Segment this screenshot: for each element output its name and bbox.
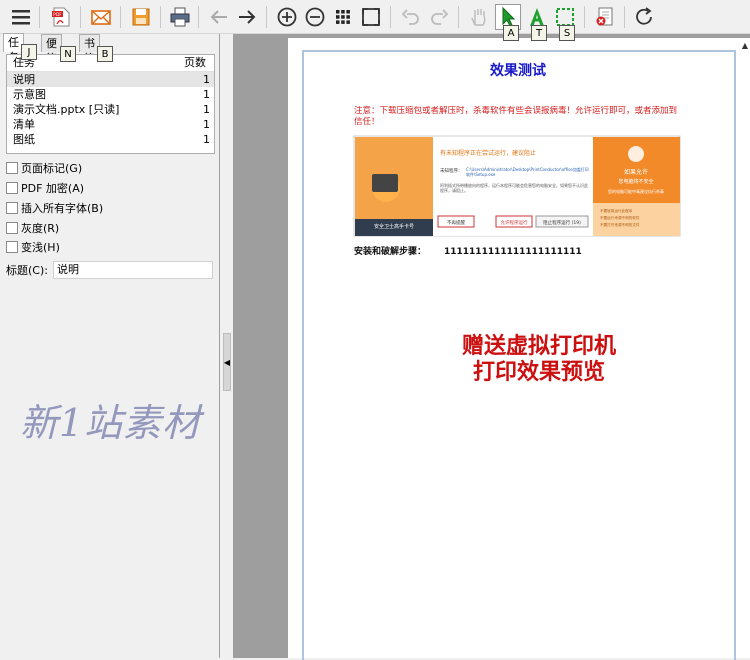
dialog-path: C:\Users\Administrator\Desktop\PrintCond…: [466, 167, 589, 177]
title-row: 标题(C): 说明: [6, 261, 213, 279]
save-icon[interactable]: [128, 4, 154, 30]
refresh-icon[interactable]: [631, 4, 657, 30]
shortcut-badge-t: T: [531, 25, 547, 41]
page-content: 效果测试 注意：下载压缩包或者解压时，杀毒软件有些会误报病毒！允许运行即可，或者…: [353, 62, 681, 385]
page-mark-label: 页面标记(G): [21, 162, 83, 175]
task-row[interactable]: 清单 1: [7, 117, 214, 132]
side-item: 不要运行来源不明的软件: [600, 215, 640, 220]
watermark-text: 新1站素材: [20, 401, 202, 445]
lighten-label: 变浅(H): [21, 241, 60, 254]
shortcut-badge-j: J: [21, 44, 37, 60]
task-list: 任务 页数 说明 1 示意图 1 演示文档.pptx [只读] 1 清单 1 图…: [6, 54, 215, 154]
side-item: 不要打开来源不明的文件: [600, 222, 640, 227]
task-pages: 1: [203, 118, 210, 131]
shortcut-badge-n: N: [60, 46, 76, 62]
promo-line-2: 打印效果预览: [473, 359, 605, 385]
shortcut-badge-a: A: [503, 25, 519, 41]
embed-fonts-label: 插入所有字体(B): [21, 202, 104, 215]
menu-icon[interactable]: [8, 4, 34, 30]
collapse-panel-icon[interactable]: ◀: [223, 333, 231, 391]
svg-text:PDF: PDF: [53, 12, 62, 18]
dialog-path-label: 未知程序：: [440, 167, 463, 174]
grayscale-checkbox[interactable]: [6, 222, 18, 234]
preview-page: ▲ 效果测试 注意：下载压缩包或者解压时，杀毒软件有些会误报病毒！允许运行即可，…: [288, 38, 750, 660]
steps-label: 安装和破解步骤：: [354, 245, 426, 257]
pdf-encrypt-label: PDF 加密(A): [21, 182, 85, 195]
promo-line-1: 赠送虚拟打印机: [462, 333, 616, 359]
print-icon[interactable]: [167, 4, 193, 30]
hand-tool-icon[interactable]: [466, 4, 492, 30]
redo-icon[interactable]: [426, 4, 452, 30]
undo-icon[interactable]: [398, 4, 424, 30]
doc-notice-box: 注意：下载压缩包或者解压时，杀毒软件有些会误报病毒！允许运行即可，或者添加到信任…: [354, 106, 678, 127]
side-body: 您的电脑可能中毒建议执行杀毒: [608, 188, 664, 194]
task-name: 图纸: [13, 133, 35, 146]
dialog-body: 阿利插式所带播放向的程序，运行本程序可能会危害您的电脑安全。如果您不认识此程序，…: [440, 183, 588, 193]
shortcut-badge-s: S: [559, 25, 575, 41]
dialog-title: 有未知程序正在尝试运行，建议阻止: [440, 149, 536, 157]
tab-note[interactable]: 便笺: [41, 34, 62, 65]
pdf-export-icon[interactable]: PDF: [48, 4, 74, 30]
doc-heading: 效果测试: [490, 62, 546, 79]
column-header-pages[interactable]: 页数: [172, 55, 212, 71]
steps-value: 1111111111111111111111: [444, 247, 582, 257]
btn-allow: 允许程序运行: [501, 219, 528, 226]
email-icon[interactable]: [88, 4, 114, 30]
grid-view-icon[interactable]: [330, 4, 356, 30]
task-row[interactable]: 图纸 1: [7, 132, 214, 147]
banner-text: 安全卫士高手卡号: [374, 223, 414, 230]
task-name: 示意图: [13, 88, 46, 101]
btn-stop: 阻止程序运行 (19): [543, 219, 581, 226]
task-pages: 1: [203, 103, 210, 116]
side-item: 不要轻易运行此程序: [600, 208, 633, 213]
side-sub: 您电脑将不安全: [618, 178, 653, 185]
task-pages: 1: [203, 133, 210, 146]
task-pages: 1: [203, 73, 210, 86]
option-lighten[interactable]: 变浅(H): [6, 239, 60, 255]
task-name: 清单: [13, 118, 35, 131]
option-pdf-encrypt[interactable]: PDF 加密(A): [6, 180, 84, 196]
document-close-icon[interactable]: [592, 4, 618, 30]
doc-notice: 注意：下载压缩包或者解压时，杀毒软件有些会误报病毒！允许运行即可，或者添加到信任…: [354, 106, 678, 127]
option-page-mark[interactable]: 页面标记(G): [6, 160, 82, 176]
forward-arrow-icon[interactable]: [234, 4, 260, 30]
task-row[interactable]: 演示文档.pptx [只读] 1: [7, 102, 214, 117]
page-mark-checkbox[interactable]: [6, 162, 18, 174]
option-grayscale[interactable]: 灰度(R): [6, 220, 59, 236]
task-name: 说明: [13, 73, 35, 86]
title-input[interactable]: 说明: [52, 261, 213, 279]
pdf-encrypt-checkbox[interactable]: [6, 182, 18, 194]
preview-area: ▲ 效果测试 注意：下载压缩包或者解压时，杀毒软件有些会误报病毒！允许运行即可，…: [233, 34, 750, 660]
grayscale-label: 灰度(R): [21, 222, 60, 235]
btn-block: 不再提醒: [447, 219, 465, 226]
shortcut-badge-b: B: [97, 46, 113, 62]
task-row[interactable]: 示意图 1: [7, 87, 214, 102]
side-title: 如果允许: [624, 168, 648, 176]
embedded-screenshot: 安全卫士高手卡号 有未知程序正在尝试运行，建议阻止 未知程序： C:\Users…: [353, 135, 681, 237]
toolbar: PDF: [0, 0, 750, 34]
zoom-in-icon[interactable]: [274, 4, 300, 30]
task-pages: 1: [203, 88, 210, 101]
back-arrow-icon[interactable]: [206, 4, 232, 30]
lighten-checkbox[interactable]: [6, 241, 18, 253]
task-name: 演示文档.pptx [只读]: [13, 103, 120, 116]
embed-fonts-checkbox[interactable]: [6, 202, 18, 214]
title-label: 标题(C):: [6, 264, 48, 277]
zoom-out-icon[interactable]: [302, 4, 328, 30]
option-embed-fonts[interactable]: 插入所有字体(B): [6, 200, 103, 216]
fit-page-icon[interactable]: [358, 4, 384, 30]
left-panel: 任务 便笺 书签 任务 页数 说明 1 示意图 1 演示文档.pptx [只读]…: [0, 33, 220, 658]
task-row[interactable]: 说明 1: [7, 72, 214, 87]
